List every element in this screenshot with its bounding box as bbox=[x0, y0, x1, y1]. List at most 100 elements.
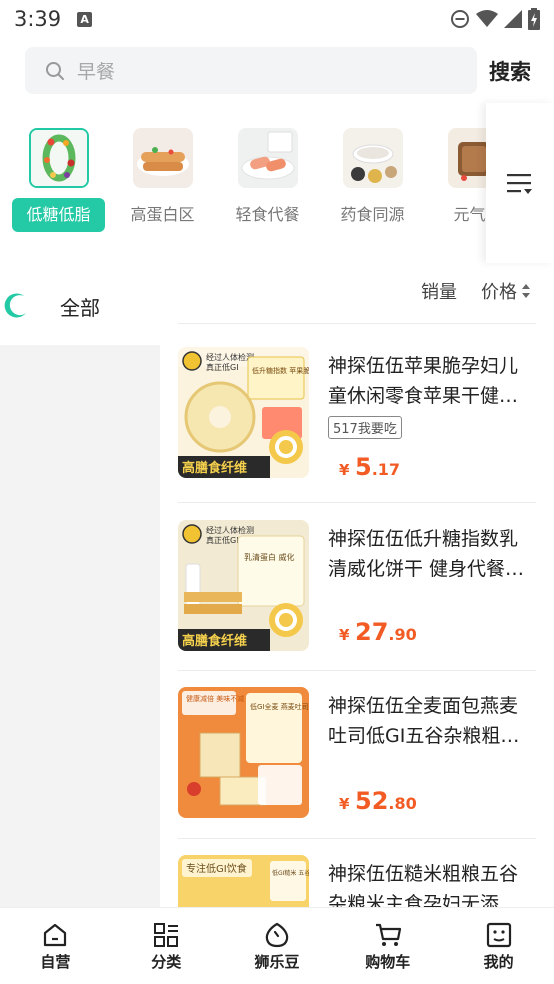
price-integer: 52 bbox=[355, 787, 389, 815]
loading-spinner-icon bbox=[4, 293, 26, 318]
category-label: 元气早 bbox=[453, 205, 490, 224]
divider bbox=[178, 323, 536, 324]
nav-label: 我的 bbox=[483, 953, 514, 971]
category-label: 药食同源 bbox=[340, 205, 405, 224]
nav-item-cart[interactable]: 购物车 bbox=[332, 908, 443, 984]
nav-label: 自营 bbox=[40, 953, 71, 971]
product-image: 健康减倍 美味不减 低GI全麦 燕麦吐司 bbox=[178, 687, 309, 818]
category-light-meal[interactable]: 轻食代餐 bbox=[220, 128, 315, 232]
image-text: 专注低GI饮食 bbox=[186, 862, 247, 875]
chicken-breast-icon bbox=[132, 128, 193, 188]
price-decimal: .80 bbox=[388, 794, 417, 813]
category-label: 低糖低脂 bbox=[12, 198, 105, 232]
sort-arrows-icon bbox=[522, 284, 530, 298]
sidebar-item-all[interactable]: 全部 bbox=[0, 272, 160, 344]
cart-icon bbox=[375, 923, 401, 946]
do-not-disturb-icon bbox=[451, 10, 469, 28]
bottom-navigation: 自营 分类 狮乐豆 购物车 我的 bbox=[0, 907, 554, 984]
category-high-protein[interactable]: 高蛋白区 bbox=[115, 128, 210, 232]
category-thumb bbox=[237, 128, 298, 188]
category-label: 轻食代餐 bbox=[235, 205, 300, 224]
search-placeholder: 早餐 bbox=[77, 61, 116, 83]
image-text: 低GI糙米 五谷杂粮米 bbox=[272, 869, 309, 877]
product-price: ¥ 5.17 bbox=[339, 453, 400, 481]
product-image: 专注低GI饮食 低GI糙米 五谷杂粮米 bbox=[178, 855, 309, 907]
category-label: 高蛋白区 bbox=[130, 205, 195, 224]
nav-label: 狮乐豆 bbox=[254, 953, 300, 971]
nav-item-lion-beans[interactable]: 狮乐豆 bbox=[222, 908, 333, 984]
sort-by-sales[interactable]: 销量 bbox=[421, 278, 457, 304]
search-input[interactable]: 早餐 bbox=[25, 47, 477, 94]
nav-item-category[interactable]: 分类 bbox=[111, 908, 222, 984]
image-text: 经过人体检测 bbox=[206, 352, 254, 362]
zero-food-icon bbox=[30, 130, 87, 186]
divider bbox=[178, 838, 536, 839]
status-bar: 3:39 A bbox=[0, 0, 554, 38]
sausage-icon bbox=[237, 128, 298, 188]
status-time: 3:39 bbox=[14, 7, 62, 31]
price-decimal: .90 bbox=[388, 625, 417, 644]
app-screen: 3:39 A 早餐 搜索 低糖低脂 高蛋白区 轻食代餐 药食同源 元气 全部 销… bbox=[0, 0, 554, 984]
category-thumb bbox=[132, 128, 193, 188]
battery-icon bbox=[528, 8, 540, 30]
profile-icon bbox=[486, 922, 511, 948]
category-strip: 低糖低脂 高蛋白区 轻食代餐 药食同源 元气 bbox=[0, 120, 490, 240]
product-price: ¥ 52.80 bbox=[339, 787, 417, 815]
product-image: 经过人体检测 真正低GI 乳清蛋白 威化 高膳食纤维 bbox=[178, 520, 309, 651]
divider bbox=[178, 670, 536, 671]
status-icons bbox=[450, 8, 540, 30]
nav-item-profile[interactable]: 我的 bbox=[443, 908, 554, 984]
divider bbox=[178, 502, 536, 503]
product-card[interactable]: 经过人体检测 真正低GI 乳清蛋白 威化 高膳食纤维 神探伍伍低升糖指数乳清威化… bbox=[178, 520, 536, 660]
image-text: 高膳食纤维 bbox=[182, 633, 247, 649]
product-title: 神探伍伍低升糖指数乳清威化饼干 健身代餐… bbox=[328, 528, 525, 580]
promo-tag: 517我要吃 bbox=[328, 416, 402, 439]
image-text: 低GI全麦 燕麦吐司 bbox=[250, 702, 309, 711]
category-expand-button[interactable] bbox=[486, 103, 554, 263]
category-grid-icon bbox=[154, 923, 179, 947]
image-text: 健康减倍 美味不减 bbox=[186, 694, 244, 703]
category-low-sugar-low-fat[interactable]: 低糖低脂 bbox=[11, 128, 106, 232]
home-icon bbox=[44, 923, 67, 947]
bean-icon bbox=[265, 922, 289, 948]
price-integer: 5 bbox=[355, 453, 372, 481]
category-medicinal-food[interactable]: 药食同源 bbox=[325, 128, 420, 232]
category-thumb bbox=[342, 128, 403, 188]
image-text: 低升糖指数 苹果脆 bbox=[252, 366, 309, 375]
image-text: 真正低GI bbox=[206, 362, 239, 372]
image-text: 经过人体检测 bbox=[206, 525, 254, 535]
nav-item-self-operated[interactable]: 自营 bbox=[0, 908, 111, 984]
product-title: 神探伍伍苹果脆孕妇儿童休闲零食苹果干健… bbox=[328, 355, 519, 407]
signal-icon bbox=[504, 10, 522, 28]
image-text: 高膳食纤维 bbox=[182, 460, 247, 476]
price-currency: ¥ bbox=[339, 795, 350, 813]
product-title: 神探伍伍糙米粗粮五谷杂粮米主食孕妇无添… bbox=[328, 863, 519, 907]
product-card[interactable]: 经过人体检测 真正低GI 低升糖指数 苹果脆 高膳食纤维 神探伍伍苹果脆孕妇儿童… bbox=[178, 347, 536, 487]
category-energy-breakfast[interactable]: 元气早 bbox=[430, 128, 490, 232]
search-icon bbox=[46, 61, 64, 80]
sort-price-label: 价格 bbox=[481, 282, 517, 303]
price-currency: ¥ bbox=[339, 461, 350, 479]
nav-label: 分类 bbox=[151, 953, 182, 971]
product-card[interactable]: 专注低GI饮食 低GI糙米 五谷杂粮米 神探伍伍糙米粗粮五谷杂粮米主食孕妇无添… bbox=[178, 855, 536, 907]
product-title: 神探伍伍全麦面包燕麦吐司低GI五谷杂粮粗… bbox=[328, 695, 520, 747]
price-currency: ¥ bbox=[339, 626, 350, 644]
sidebar-background bbox=[0, 345, 160, 907]
bread-icon bbox=[447, 128, 490, 188]
search-button[interactable]: 搜索 bbox=[489, 56, 531, 86]
image-text: 真正低GI bbox=[206, 535, 239, 545]
wifi-icon bbox=[476, 10, 498, 27]
category-thumb bbox=[28, 128, 89, 188]
nav-label: 购物车 bbox=[365, 953, 411, 971]
price-integer: 27 bbox=[355, 618, 389, 646]
product-price: ¥ 27.90 bbox=[339, 618, 417, 646]
grain-bowl-icon bbox=[342, 128, 403, 188]
list-filter-icon bbox=[507, 174, 532, 194]
sidebar-item-label: 全部 bbox=[60, 296, 100, 320]
image-text: 乳清蛋白 威化 bbox=[244, 552, 295, 562]
category-thumb bbox=[447, 128, 490, 188]
sort-by-price[interactable]: 价格 bbox=[481, 278, 531, 304]
product-image: 经过人体检测 真正低GI 低升糖指数 苹果脆 高膳食纤维 bbox=[178, 347, 309, 478]
product-card[interactable]: 健康减倍 美味不减 低GI全麦 燕麦吐司 神探伍伍全麦面包燕麦吐司低GI五谷杂粮… bbox=[178, 687, 536, 827]
price-decimal: .17 bbox=[371, 460, 401, 479]
